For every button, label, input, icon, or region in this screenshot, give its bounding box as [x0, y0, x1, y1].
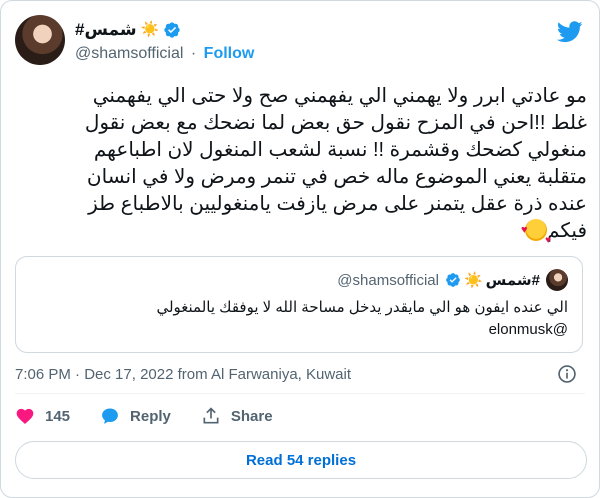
- author-display-name[interactable]: #شمس: [75, 19, 137, 41]
- quoted-display-name: #شمس: [485, 272, 540, 289]
- quoted-tweet[interactable]: #شمس ☀️ @shamsofficial الي عنده ايفون هو…: [15, 256, 583, 353]
- author-names: #شمس ☀️ @shamsofficial · Follow: [75, 19, 254, 65]
- separator-dot: ·: [190, 45, 197, 62]
- action-bar: 145 Reply Share: [15, 406, 303, 426]
- author-name-row[interactable]: #شمس ☀️: [75, 19, 254, 41]
- tweet-location: from Al Farwaniya, Kuwait: [177, 366, 352, 383]
- tweet-line: متقلبة يعني الموضوع ماله خص في تنمر ومرض…: [86, 166, 587, 188]
- reply-label: Reply: [130, 407, 171, 425]
- follow-button[interactable]: Follow: [204, 45, 255, 62]
- share-upload-icon: [203, 407, 219, 424]
- heart-icon: [16, 408, 34, 424]
- meta-separator: ·: [75, 366, 81, 383]
- tweet-last-line: فيكم: [15, 217, 587, 254]
- smiling-face-with-hearts-icon: [521, 217, 551, 254]
- tweet-line: منغولي كضحك وقشمرة !! نسبة لشعب المنغول …: [93, 139, 587, 161]
- likes-count: 145: [45, 407, 71, 425]
- twitter-bird-icon[interactable]: [557, 21, 583, 43]
- tweet-time: 7:06 PM: [15, 366, 71, 383]
- tweet-line: غلط !!احن في المزح نقول حق بعض لما نضحك …: [84, 112, 587, 134]
- author-handle[interactable]: @shamsofficial: [75, 45, 183, 62]
- tweet-text: مو عادتي ابرر ولا يهمني الي يفهمني صح ول…: [15, 83, 587, 254]
- verified-badge-icon: [164, 22, 180, 38]
- quoted-header: #شمس ☀️ @shamsofficial: [337, 269, 568, 291]
- share-label: Share: [230, 407, 273, 425]
- reply-button[interactable]: Reply: [100, 406, 171, 426]
- tweet-header: #شمس ☀️ @shamsofficial · Follow: [15, 13, 587, 69]
- quoted-handle: @shamsofficial: [337, 271, 439, 289]
- sun-emoji-icon: ☀️: [463, 272, 483, 289]
- info-icon[interactable]: [557, 364, 577, 384]
- sun-emoji-icon: ☀️: [140, 21, 160, 38]
- quoted-text: الي عنده ايفون هو الي مايقدر يدخل مساحة …: [30, 297, 568, 341]
- author-avatar[interactable]: [15, 15, 65, 65]
- divider: [15, 393, 585, 394]
- tweet-line: مو عادتي ابرر ولا يهمني الي يفهمني صح ول…: [92, 85, 587, 107]
- share-button[interactable]: Share: [201, 406, 273, 426]
- read-replies-button[interactable]: Read 54 replies: [15, 441, 587, 479]
- quoted-body: الي عنده ايفون هو الي مايقدر يدخل مساحة …: [156, 299, 568, 316]
- quoted-mention: @elonmusk: [488, 321, 568, 338]
- verified-badge-icon: [446, 273, 460, 287]
- author-handle-row: @shamsofficial · Follow: [75, 43, 254, 65]
- quoted-name-row: #شمس ☀️: [445, 271, 540, 289]
- like-button[interactable]: 145: [15, 406, 70, 426]
- tweet-card: #شمس ☀️ @shamsofficial · Follow مو عادتي…: [0, 0, 600, 498]
- tweet-line: فيكم: [547, 220, 587, 242]
- reply-bubble-icon: [102, 408, 118, 424]
- quoted-avatar: [546, 269, 568, 291]
- tweet-date: Dec 17, 2022: [84, 366, 174, 383]
- tweet-meta[interactable]: 7:06 PM · Dec 17, 2022 from Al Farwaniya…: [15, 365, 351, 385]
- tweet-line: عنده ذرة عقل يتمنر على مرض يازفت يامنغول…: [88, 193, 587, 215]
